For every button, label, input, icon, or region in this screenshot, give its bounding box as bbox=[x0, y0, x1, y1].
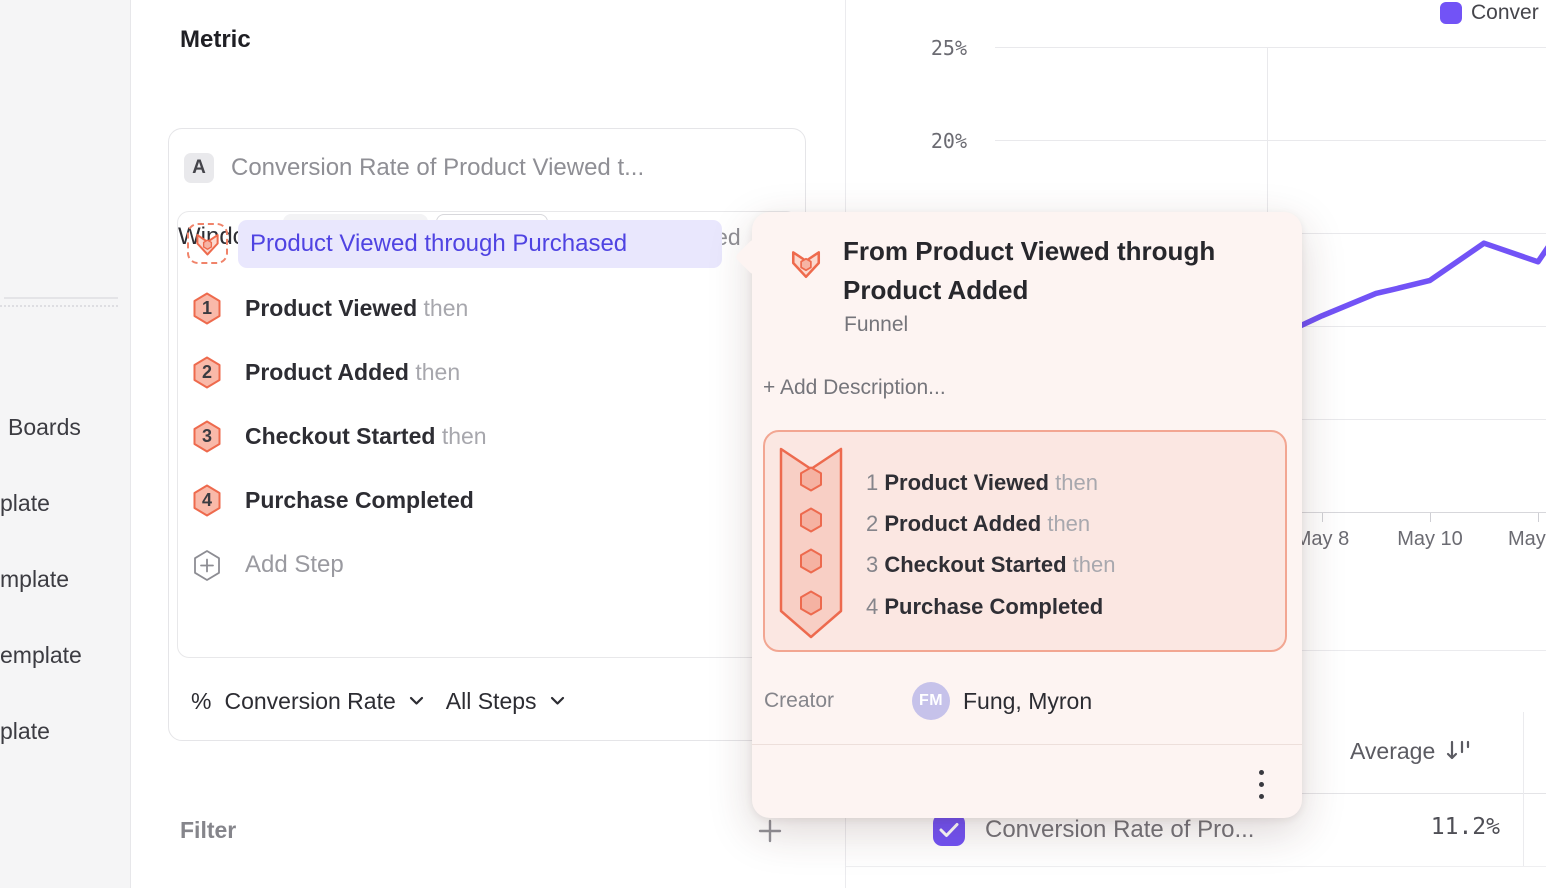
step-3-badge: 3 bbox=[192, 420, 222, 453]
popover-title: From Product Viewed through Product Adde… bbox=[843, 232, 1258, 310]
funnel-name-pill[interactable]: Product Viewed through Purchased bbox=[238, 220, 722, 268]
series-badge: A bbox=[184, 153, 214, 183]
funnel-glyph bbox=[194, 230, 221, 257]
sidebar-item-template-2[interactable]: mplate bbox=[0, 566, 69, 593]
sidebar-item-boards[interactable]: Boards bbox=[8, 414, 81, 441]
table-column-divider bbox=[1523, 712, 1524, 866]
sidebar-item-template-4[interactable]: plate bbox=[0, 718, 50, 745]
table-row-label[interactable]: Conversion Rate of Pro... bbox=[985, 816, 1254, 844]
step-2-badge: 2 bbox=[192, 356, 222, 389]
step-3-operator: then bbox=[435, 423, 486, 449]
sidebar-divider-dotted bbox=[0, 305, 118, 307]
average-column-header[interactable]: Average bbox=[1350, 736, 1471, 766]
chevron-down-icon[interactable] bbox=[550, 696, 565, 706]
measure-row: % Conversion Rate All Steps bbox=[191, 679, 565, 723]
app-window: Boards plate mplate emplate plate Metric… bbox=[0, 0, 1546, 888]
more-options-kebab-icon[interactable] bbox=[1259, 770, 1264, 799]
creator-label: Creator bbox=[764, 689, 834, 713]
funnel-step-4[interactable]: 4 Purchase Completed bbox=[192, 482, 474, 518]
series-checkbox-checked[interactable] bbox=[933, 814, 965, 846]
step-3-name: Checkout Started bbox=[245, 423, 435, 449]
step-1-name: Product Viewed bbox=[245, 295, 417, 321]
measure-prefix: % bbox=[191, 688, 211, 715]
add-step-hexagon-icon bbox=[192, 549, 222, 582]
sort-descending-icon bbox=[1446, 739, 1471, 763]
add-filter-button[interactable] bbox=[757, 818, 783, 844]
step-2-operator: then bbox=[409, 359, 460, 385]
table-row-divider bbox=[846, 866, 1546, 867]
measure-select[interactable]: Conversion Rate bbox=[224, 688, 395, 715]
checkmark-icon bbox=[939, 822, 959, 838]
sidebar: Boards plate mplate emplate plate bbox=[0, 0, 131, 888]
popover-footer-divider bbox=[752, 744, 1302, 745]
popover-step-1: 1 Product Viewed then bbox=[866, 468, 1098, 498]
sidebar-divider bbox=[4, 297, 118, 299]
popover-step-4: 4 Purchase Completed bbox=[866, 592, 1103, 622]
step-4-badge: 4 bbox=[192, 484, 222, 517]
sidebar-item-template-1[interactable]: plate bbox=[0, 490, 50, 517]
funnel-step-2[interactable]: 2 Product Added then bbox=[192, 354, 460, 390]
add-step-button[interactable]: Add Step bbox=[192, 547, 344, 583]
table-row-average-value: 11.2% bbox=[1340, 814, 1500, 840]
metric-card: A Conversion Rate of Product Viewed t...… bbox=[168, 128, 806, 741]
avatar: FM bbox=[912, 682, 950, 720]
add-description-link[interactable]: + Add Description... bbox=[763, 376, 946, 400]
sidebar-item-template-3[interactable]: emplate bbox=[0, 642, 82, 669]
funnel-details-popover: From Product Viewed through Product Adde… bbox=[752, 212, 1302, 818]
step-1-badge: 1 bbox=[192, 292, 222, 325]
funnel-step-3[interactable]: 3 Checkout Started then bbox=[192, 418, 487, 454]
series-title[interactable]: Conversion Rate of Product Viewed t... bbox=[231, 153, 644, 183]
funnel-banner-icon bbox=[778, 445, 844, 641]
chevron-down-icon[interactable] bbox=[409, 696, 424, 706]
popover-step-3: 3 Checkout Started then bbox=[866, 550, 1115, 580]
funnel-definition-section: Product Viewed through Purchased 1 Produ… bbox=[177, 211, 798, 658]
creator-name: Fung, Myron bbox=[963, 688, 1092, 715]
popover-step-2: 2 Product Added then bbox=[866, 509, 1090, 539]
funnel-icon bbox=[788, 246, 824, 280]
add-step-label: Add Step bbox=[245, 551, 344, 579]
filter-heading: Filter bbox=[180, 817, 236, 844]
funnel-icon[interactable] bbox=[187, 223, 228, 264]
metric-heading: Metric bbox=[180, 26, 251, 54]
popover-type-label: Funnel bbox=[844, 313, 908, 337]
step-1-operator: then bbox=[417, 295, 468, 321]
metric-config-panel: Metric A Conversion Rate of Product View… bbox=[131, 0, 846, 888]
steps-scope-select[interactable]: All Steps bbox=[446, 688, 537, 715]
funnel-step-1[interactable]: 1 Product Viewed then bbox=[192, 290, 468, 326]
popover-funnel-summary: 1 Product Viewed then 2 Product Added th… bbox=[763, 430, 1287, 652]
step-2-name: Product Added bbox=[245, 359, 409, 385]
step-4-name: Purchase Completed bbox=[245, 487, 474, 513]
funnel-name: Product Viewed through Purchased bbox=[250, 230, 627, 258]
